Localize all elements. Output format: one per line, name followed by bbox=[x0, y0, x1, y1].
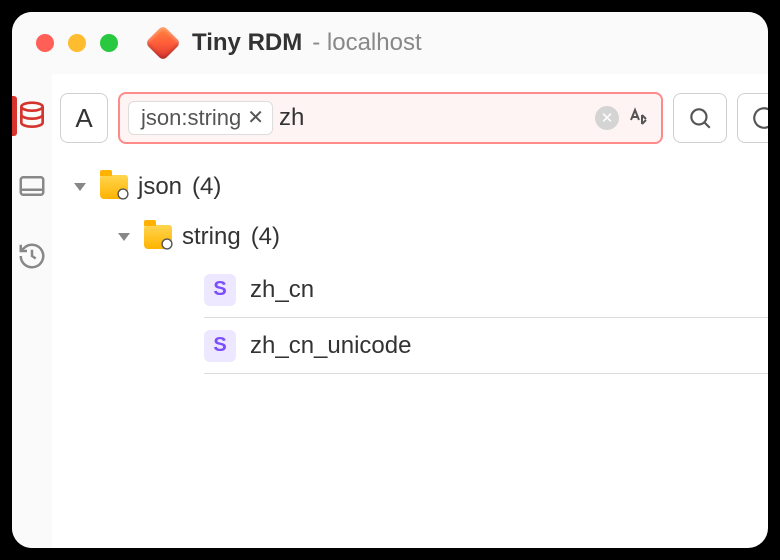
connection-name: - localhost bbox=[312, 29, 421, 57]
sidebar bbox=[12, 74, 52, 548]
folder-icon bbox=[100, 175, 128, 199]
history-icon bbox=[17, 241, 47, 271]
search-box[interactable]: json:string ✕ ✕ bbox=[118, 92, 663, 144]
filter-tag-label: json:string bbox=[141, 105, 241, 131]
app-window: Tiny RDM - localhost bbox=[12, 12, 768, 548]
minimize-window-button[interactable] bbox=[68, 34, 86, 52]
server-icon bbox=[17, 171, 47, 201]
sidebar-item-database[interactable] bbox=[12, 96, 52, 136]
string-type-badge: S bbox=[204, 330, 236, 362]
folder-count: (4) bbox=[251, 223, 280, 251]
folder-count: (4) bbox=[192, 173, 221, 201]
key-name: zh_cn bbox=[250, 276, 314, 304]
app-name: Tiny RDM bbox=[192, 29, 302, 57]
app-icon bbox=[145, 25, 181, 61]
string-type-badge: S bbox=[204, 274, 236, 306]
window-title: Tiny RDM - localhost bbox=[192, 29, 422, 57]
match-mode-icon bbox=[627, 106, 651, 130]
sidebar-item-history[interactable] bbox=[12, 236, 52, 276]
toolbar: A json:string ✕ ✕ bbox=[60, 92, 768, 144]
refresh-icon bbox=[751, 105, 768, 131]
match-mode-button[interactable] bbox=[625, 104, 653, 132]
sidebar-item-server[interactable] bbox=[12, 166, 52, 206]
database-icon bbox=[16, 100, 48, 132]
key-name: zh_cn_unicode bbox=[250, 332, 411, 360]
key-tree: json (4) string (4) S zh_cn S zh_cn_unic… bbox=[60, 162, 768, 374]
filter-tag-close-icon[interactable]: ✕ bbox=[247, 108, 264, 128]
clear-search-button[interactable]: ✕ bbox=[595, 106, 619, 130]
search-input[interactable] bbox=[279, 104, 589, 132]
folder-label: string bbox=[182, 223, 241, 251]
active-indicator bbox=[12, 96, 17, 136]
tree-folder-json[interactable]: json (4) bbox=[74, 162, 768, 212]
titlebar: Tiny RDM - localhost bbox=[12, 12, 768, 74]
window-body: A json:string ✕ ✕ bbox=[12, 74, 768, 548]
folder-icon bbox=[144, 225, 172, 249]
main-panel: A json:string ✕ ✕ bbox=[52, 74, 768, 548]
folder-label: json bbox=[138, 173, 182, 201]
tree-key-item[interactable]: S zh_cn_unicode bbox=[204, 318, 768, 374]
search-icon bbox=[687, 105, 713, 131]
tree-folder-string[interactable]: string (4) bbox=[118, 212, 768, 262]
filter-tag: json:string ✕ bbox=[128, 101, 273, 135]
search-button[interactable] bbox=[673, 93, 727, 143]
refresh-button[interactable] bbox=[737, 93, 768, 143]
maximize-window-button[interactable] bbox=[100, 34, 118, 52]
tree-key-item[interactable]: S zh_cn bbox=[204, 262, 768, 318]
close-window-button[interactable] bbox=[36, 34, 54, 52]
chevron-down-icon bbox=[74, 183, 86, 191]
case-toggle-button[interactable]: A bbox=[60, 93, 108, 143]
chevron-down-icon bbox=[118, 233, 130, 241]
window-controls bbox=[36, 34, 118, 52]
